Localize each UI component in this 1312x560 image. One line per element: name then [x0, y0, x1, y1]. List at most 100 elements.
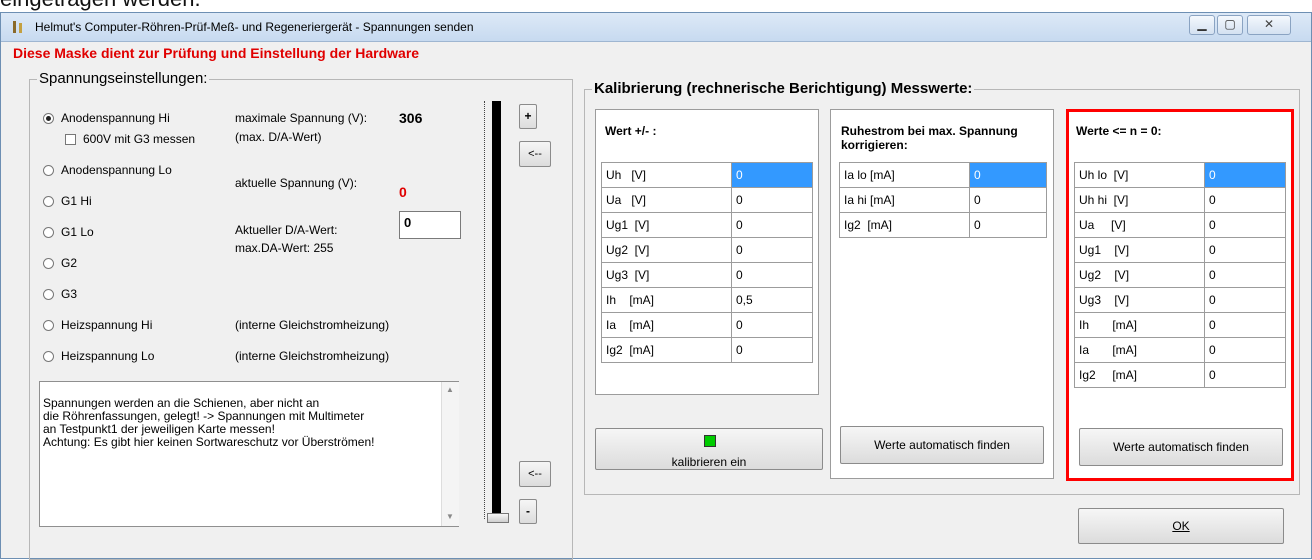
- max-voltage-value: 306: [399, 110, 423, 126]
- radio-label: Heizspannung Lo: [61, 349, 155, 363]
- plus-button[interactable]: +: [519, 104, 537, 129]
- row-label: Ih [mA]: [601, 287, 732, 313]
- voltage-slider-track[interactable]: [492, 101, 501, 519]
- radio-label: G3: [61, 287, 78, 301]
- app-icon: [13, 21, 22, 33]
- row-label: Ug3 [V]: [601, 262, 732, 288]
- table-row: Ia [mA] 0: [601, 312, 813, 338]
- row-label: Ia lo [mA]: [839, 162, 970, 188]
- zero-values-table: Uh lo [V] 0 Uh hi [V] 0 Ua [V] 0 Ug1 [V] 0 Ug2 […: [1074, 162, 1286, 388]
- scroll-up-icon[interactable]: ▲: [446, 385, 454, 394]
- row-label: Ig2 [mA]: [1074, 362, 1205, 388]
- row-label: Ug1 [V]: [1074, 237, 1205, 263]
- auto-find-button-zero[interactable]: Werte automatisch finden: [1079, 428, 1283, 466]
- row-label: Ua [V]: [1074, 212, 1205, 238]
- radio-anodenspannung-hi[interactable]: [43, 113, 54, 124]
- table-row: Ug2 [V] 0: [601, 237, 813, 263]
- table-row: Ua [V] 0: [1074, 212, 1286, 238]
- row-label: Uh hi [V]: [1074, 187, 1205, 213]
- da-value-input[interactable]: 0: [399, 211, 461, 239]
- row-value-cell[interactable]: 0: [731, 212, 813, 238]
- max-da-label: (max. D/A-Wert): [235, 130, 322, 144]
- row-label: Ug1 [V]: [601, 212, 732, 238]
- info-memo[interactable]: Spannungen werden an die Schienen, aber …: [39, 381, 459, 527]
- row-label: Ia hi [mA]: [839, 187, 970, 213]
- table-row: Ug2 [V] 0: [1074, 262, 1286, 288]
- row-value-cell[interactable]: 0: [1204, 237, 1286, 263]
- checkbox-label: 600V mit G3 messen: [83, 132, 196, 146]
- radio-label: G2: [61, 256, 78, 270]
- radio-label: G1 Lo: [61, 225, 94, 239]
- radio-label: G1 Hi: [61, 194, 92, 208]
- radio-label: Anodenspannung Hi: [61, 111, 170, 125]
- table-row: Ia [mA] 0: [1074, 337, 1286, 363]
- current-voltage-value: 0: [399, 184, 407, 200]
- offset-panel: Wert +/- : Uh [V] 0 Ua [V] 0 Ug1 [V] 0 Ug2 [V]…: [595, 109, 819, 395]
- background-text: eingetragen werden.: [0, 0, 201, 12]
- row-value-cell[interactable]: 0: [1204, 312, 1286, 338]
- radio-g1-lo[interactable]: [43, 227, 54, 238]
- calibrate-button[interactable]: kalibrieren ein: [595, 428, 823, 470]
- ok-button[interactable]: OK: [1078, 508, 1284, 544]
- title-bar: Helmut's Computer-Röhren-Prüf-Meß- und R…: [1, 13, 1311, 42]
- quiescent-table: Ia lo [mA] 0 Ia hi [mA] 0 Ig2 [mA] 0: [839, 162, 1047, 238]
- table-row: Ug3 [V] 0: [601, 262, 813, 288]
- table-row: Ih [mA] 0,5: [601, 287, 813, 313]
- table-row: Uh [V] 0: [601, 162, 813, 188]
- row-value-cell[interactable]: 0: [1204, 337, 1286, 363]
- radio-heizspannung-lo[interactable]: [43, 351, 54, 362]
- row-value-cell[interactable]: 0: [969, 212, 1047, 238]
- row-value-cell[interactable]: 0: [731, 187, 813, 213]
- row-value-cell[interactable]: 0: [1204, 187, 1286, 213]
- row-value-cell[interactable]: 0: [1204, 262, 1286, 288]
- scroll-down-icon[interactable]: ▼: [446, 512, 454, 521]
- checkbox-600v-g3[interactable]: [65, 134, 76, 145]
- row-value-cell[interactable]: 0: [1204, 362, 1286, 388]
- radio-g1-hi[interactable]: [43, 196, 54, 207]
- table-row: Ig2 [mA] 0: [601, 337, 813, 363]
- table-row: Ih [mA] 0: [1074, 312, 1286, 338]
- minus-button[interactable]: -: [519, 499, 537, 524]
- auto-find-button-quiescent[interactable]: Werte automatisch finden: [840, 426, 1044, 464]
- row-value-cell[interactable]: 0: [731, 337, 813, 363]
- table-row: Uh lo [V] 0: [1074, 162, 1286, 188]
- row-label: Ua [V]: [601, 187, 732, 213]
- close-button[interactable]: ✕: [1247, 15, 1291, 35]
- table-row: Ig2 [mA] 0: [839, 212, 1047, 238]
- row-value-cell[interactable]: 0: [731, 262, 813, 288]
- voltage-slider-thumb[interactable]: [487, 513, 509, 523]
- current-da-label: Aktueller D/A-Wert:: [235, 223, 338, 237]
- radio-g2[interactable]: [43, 258, 54, 269]
- minimize-button[interactable]: ▁: [1189, 15, 1215, 35]
- row-label: Ug2 [V]: [1074, 262, 1205, 288]
- table-row: Ug1 [V] 0: [1074, 237, 1286, 263]
- row-value-cell[interactable]: 0: [731, 237, 813, 263]
- row-label: Ih [mA]: [1074, 312, 1205, 338]
- current-voltage-label: aktuelle Spannung (V):: [235, 176, 358, 190]
- row-value-cell[interactable]: 0: [1204, 162, 1286, 188]
- memo-scrollbar[interactable]: ▲ ▼: [441, 382, 459, 526]
- row-value-cell[interactable]: 0: [731, 312, 813, 338]
- arrow-back-button-top[interactable]: <--: [519, 141, 551, 167]
- row-label: Uh lo [V]: [1074, 162, 1205, 188]
- radio-anodenspannung-lo[interactable]: [43, 165, 54, 176]
- row-label: Ig2 [mA]: [839, 212, 970, 238]
- radio-heizspannung-hi[interactable]: [43, 320, 54, 331]
- arrow-back-button-bottom[interactable]: <--: [519, 461, 551, 487]
- row-value-cell[interactable]: 0: [731, 162, 813, 188]
- table-row: Ua [V] 0: [601, 187, 813, 213]
- heater-note-hi: (interne Gleichstromheizung): [235, 318, 390, 332]
- table-row: Ia hi [mA] 0: [839, 187, 1047, 213]
- radio-g3[interactable]: [43, 289, 54, 300]
- row-label: Uh [V]: [601, 162, 732, 188]
- radio-label: Anodenspannung Lo: [61, 163, 172, 177]
- maximize-button[interactable]: ▢: [1217, 15, 1243, 35]
- row-value-cell[interactable]: 0: [1204, 287, 1286, 313]
- row-label: Ia [mA]: [1074, 337, 1205, 363]
- row-value-cell[interactable]: 0: [969, 162, 1047, 188]
- row-value-cell[interactable]: 0: [1204, 212, 1286, 238]
- info-memo-text: Spannungen werden an die Schienen, aber …: [43, 396, 375, 449]
- row-value-cell[interactable]: 0: [969, 187, 1047, 213]
- row-value-cell[interactable]: 0,5: [731, 287, 813, 313]
- table-row: Ug3 [V] 0: [1074, 287, 1286, 313]
